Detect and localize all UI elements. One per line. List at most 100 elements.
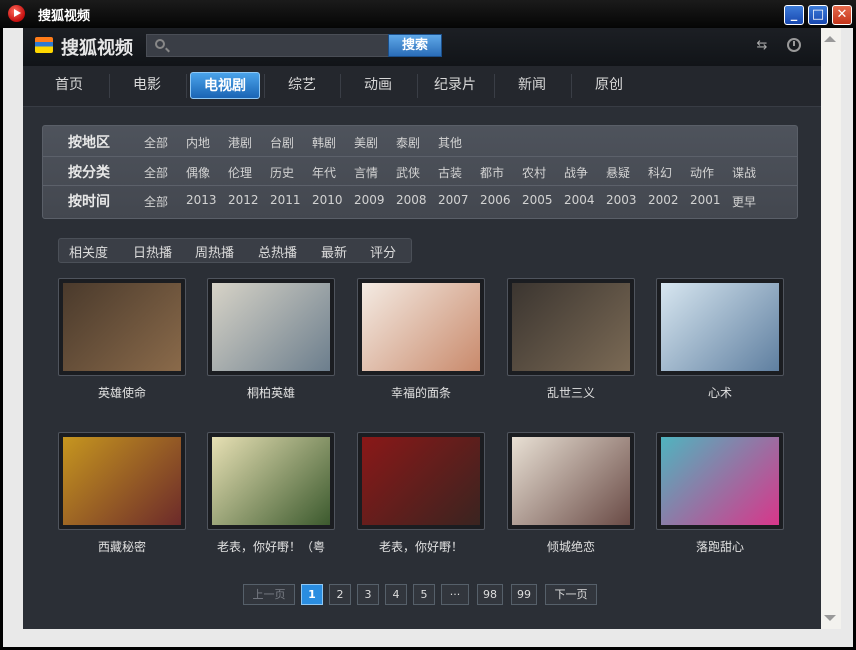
filter-option[interactable]: 武侠 [396,164,420,181]
show-poster[interactable] [656,278,784,376]
nav-news[interactable]: 新闻 [496,72,568,99]
minimize-button[interactable]: _ [784,5,804,25]
show-poster[interactable] [58,432,186,530]
filter-option[interactable]: 美剧 [354,134,378,151]
nav-home[interactable]: 首页 [33,72,105,99]
filter-option[interactable]: 2001 [690,193,721,207]
next-page-button[interactable]: 下一页 [545,584,597,605]
filter-option[interactable]: 谍战 [732,164,756,181]
sort-total-hot[interactable]: 总热播 [258,242,297,261]
show-poster[interactable] [656,432,784,530]
nav-documentary[interactable]: 纪录片 [419,72,491,99]
poster-image [212,437,330,525]
filter-option[interactable]: 2010 [312,193,343,207]
show-title[interactable]: 幸福的面条 [347,384,495,401]
filter-option[interactable]: 农村 [522,164,546,181]
filter-option[interactable]: 2003 [606,193,637,207]
page-button[interactable]: 4 [385,584,407,605]
show-poster[interactable] [58,278,186,376]
filter-option[interactable]: 全部 [144,164,168,181]
show-title[interactable]: 落跑甜心 [646,538,794,555]
sort-rating[interactable]: 评分 [370,242,396,261]
filter-option[interactable]: 2011 [270,193,301,207]
show-poster[interactable] [207,432,335,530]
show-title[interactable]: 西藏秘密 [48,538,196,555]
show-poster[interactable] [507,432,635,530]
nav-separator [109,74,110,98]
filter-option[interactable]: 台剧 [270,134,294,151]
page-button[interactable]: 99 [511,584,537,605]
filter-option[interactable]: 言情 [354,164,378,181]
poster-image [212,283,330,371]
filter-option[interactable]: 历史 [270,164,294,181]
show-title[interactable]: 老表，你好嘢！ [347,538,495,555]
window-title: 搜狐视频 [38,9,91,24]
page-button[interactable]: 2 [329,584,351,605]
nav-tv-series[interactable]: 电视剧 [190,72,260,99]
filter-option[interactable]: 偶像 [186,164,210,181]
filter-option[interactable]: 港剧 [228,134,252,151]
filter-option[interactable]: 更早 [732,193,756,210]
filter-option[interactable]: 动作 [690,164,714,181]
nav-separator [186,74,187,98]
show-poster[interactable] [207,278,335,376]
filter-option[interactable]: 2002 [648,193,679,207]
history-clock-icon[interactable] [787,38,801,52]
sort-relevance[interactable]: 相关度 [69,242,108,261]
show-title[interactable]: 桐柏英雄 [197,384,345,401]
nav-original[interactable]: 原创 [573,72,645,99]
filter-option[interactable]: 2006 [480,193,511,207]
nav-movies[interactable]: 电影 [111,72,183,99]
page-button[interactable]: 1 [301,584,323,605]
filter-option[interactable]: 韩剧 [312,134,336,151]
show-title[interactable]: 倾城绝恋 [497,538,645,555]
filter-option[interactable]: 悬疑 [606,164,630,181]
search-input[interactable] [173,37,387,56]
sort-daily-hot[interactable]: 日热播 [133,242,172,261]
filter-option[interactable]: 都市 [480,164,504,181]
filter-option[interactable]: 其他 [438,134,462,151]
close-button[interactable]: ✕ [832,5,852,25]
page-button[interactable]: 3 [357,584,379,605]
filter-option[interactable]: 伦理 [228,164,252,181]
show-poster[interactable] [357,278,485,376]
filter-option[interactable]: 古装 [438,164,462,181]
nav-animation[interactable]: 动画 [342,72,414,99]
show-poster[interactable] [507,278,635,376]
prev-page-button[interactable]: 上一页 [243,584,295,605]
page-button[interactable]: 5 [413,584,435,605]
nav-variety[interactable]: 综艺 [266,72,338,99]
show-title[interactable]: 老表，你好嘢！（粤 [197,538,345,555]
filter-option[interactable]: 2013 [186,193,217,207]
page-ellipsis[interactable]: ··· [441,584,469,605]
filter-option[interactable]: 科幻 [648,164,672,181]
nav-separator [494,74,495,98]
scroll-down-arrow-icon[interactable] [824,615,836,621]
filter-option[interactable]: 2004 [564,193,595,207]
vertical-scrollbar[interactable] [821,28,841,629]
maximize-button[interactable]: □ [808,5,828,25]
show-poster[interactable] [357,432,485,530]
filter-option[interactable]: 2009 [354,193,385,207]
show-title[interactable]: 乱世三义 [497,384,645,401]
search-button[interactable]: 搜索 [388,34,442,57]
show-title[interactable]: 英雄使命 [48,384,196,401]
refresh-icon[interactable]: ⇆ [754,38,770,54]
filter-option[interactable]: 泰剧 [396,134,420,151]
filter-option[interactable]: 内地 [186,134,210,151]
sort-bar: 相关度 日热播 周热播 总热播 最新 评分 [58,238,412,263]
search-box[interactable] [146,34,390,57]
filter-option[interactable]: 2008 [396,193,427,207]
scroll-up-arrow-icon[interactable] [824,36,836,42]
filter-option[interactable]: 年代 [312,164,336,181]
filter-option[interactable]: 2005 [522,193,553,207]
show-title[interactable]: 心术 [646,384,794,401]
filter-option[interactable]: 2007 [438,193,469,207]
filter-option[interactable]: 全部 [144,134,168,151]
sort-weekly-hot[interactable]: 周热播 [195,242,234,261]
sort-newest[interactable]: 最新 [321,242,347,261]
filter-option[interactable]: 全部 [144,193,168,210]
page-button[interactable]: 98 [477,584,503,605]
filter-option[interactable]: 2012 [228,193,259,207]
filter-option[interactable]: 战争 [564,164,588,181]
